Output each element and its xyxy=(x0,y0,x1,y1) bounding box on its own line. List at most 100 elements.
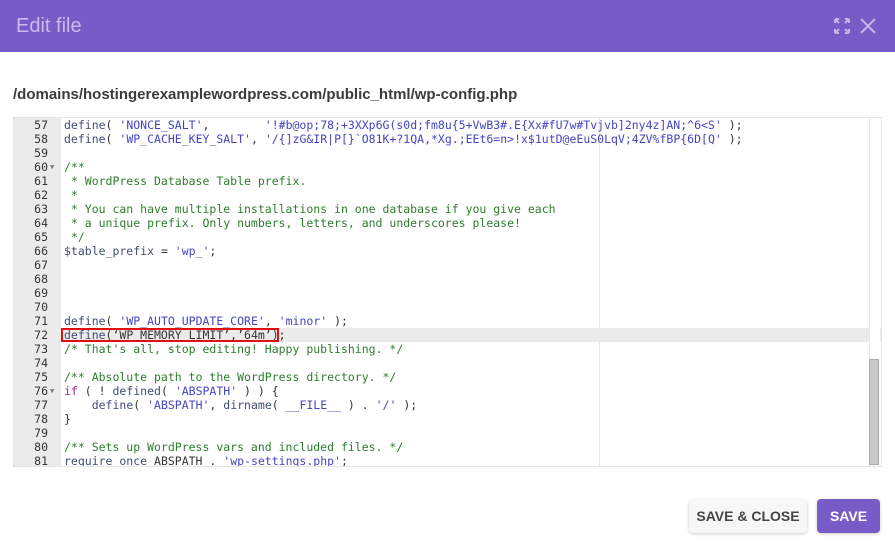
code-token-str: 'NONCE_SALT' xyxy=(119,118,203,132)
code-text: require_once ABSPATH . 'wp-settings.php'… xyxy=(64,454,348,467)
line-number: 80 xyxy=(34,440,48,454)
line-number: 70 xyxy=(34,300,48,314)
code-token-str: '/' xyxy=(375,398,397,412)
line-number: 60 xyxy=(34,160,48,174)
code-token-cm: * xyxy=(64,188,78,202)
code-line[interactable]: 77 define( 'ABSPATH', dirname( __FILE__ … xyxy=(14,398,881,412)
code-text: if ( ! defined( 'ABSPATH' ) ) { xyxy=(64,384,279,398)
line-number: 79 xyxy=(34,426,48,440)
dialog-title: Edit file xyxy=(16,15,82,37)
close-icon[interactable] xyxy=(858,16,878,36)
code-token-str: 'wp-settings.php' xyxy=(223,454,341,467)
code-line[interactable]: 76 ▼ if ( ! defined( 'ABSPATH' ) ) { xyxy=(14,384,881,398)
code-line[interactable]: 57 define( 'NONCE_SALT', '!#b@op;78;+3XXp… xyxy=(14,118,881,132)
code-line[interactable]: 66 $table_prefix = 'wp_'; xyxy=(14,244,881,258)
code-token-cm: /* That's all, stop editing! Happy publi… xyxy=(64,342,404,356)
code-token-kw: $table_prefix xyxy=(64,244,155,258)
code-text: define( 'ABSPATH', dirname( __FILE__ ) .… xyxy=(64,398,417,412)
code-editor[interactable]: 57 define( 'NONCE_SALT', '!#b@op;78;+3XXp… xyxy=(13,117,882,467)
code-token-pl: ( xyxy=(160,384,175,398)
line-number: 75 xyxy=(34,370,48,384)
code-token-pl: ( xyxy=(105,132,120,146)
line-number: 58 xyxy=(34,132,48,146)
code-text: define( 'NONCE_SALT', '!#b@op;78;+3XXp6G… xyxy=(64,118,743,132)
code-line[interactable]: 70 xyxy=(14,300,881,314)
code-token-pl: ( xyxy=(271,398,286,412)
code-token-kw: dirname xyxy=(223,398,272,412)
code-line[interactable]: 78} xyxy=(14,412,881,426)
code-line[interactable]: 73 /* That's all, stop editing! Happy pub… xyxy=(14,342,881,356)
line-number: 66 xyxy=(34,244,48,258)
expand-icon[interactable] xyxy=(832,16,852,36)
scrollbar-thumb[interactable] xyxy=(869,359,879,465)
code-token-cm: * WordPress Database Table prefix. xyxy=(64,174,307,188)
code-text: * You can have multiple installations in… xyxy=(64,202,556,216)
code-token-cm: /** Absolute path to the WordPress direc… xyxy=(64,370,397,384)
code-token-str: 'ABSPATH' xyxy=(147,398,210,412)
code-lines[interactable]: 57 define( 'NONCE_SALT', '!#b@op;78;+3XXp… xyxy=(14,118,881,467)
code-token-str: '/{]zG&IR|P[}`O81K+?1QA,*Xg.;EEt6=n>!x$1… xyxy=(264,132,722,146)
line-number: 81 xyxy=(34,454,48,467)
code-token-cm: * You can have multiple installations in… xyxy=(64,202,556,216)
code-line[interactable]: 81 require_once ABSPATH . 'wp-settings.ph… xyxy=(14,454,881,467)
code-text: * a unique prefix. Only numbers, letters… xyxy=(64,216,521,230)
code-token-kw: define xyxy=(64,314,106,328)
code-line[interactable]: 63 * You can have multiple installations… xyxy=(14,202,881,216)
code-token-pl: ; xyxy=(340,454,348,467)
code-token-pl: ( xyxy=(105,118,120,132)
code-line[interactable]: 60 ▼ /** xyxy=(14,160,881,174)
code-line[interactable]: 61 * WordPress Database Table prefix. xyxy=(14,174,881,188)
code-line[interactable]: 80 /** Sets up WordPress vars and include… xyxy=(14,440,881,454)
line-number: 78 xyxy=(34,412,48,426)
code-token-pl: ) . xyxy=(341,398,376,412)
code-token-pl: ( ! xyxy=(77,384,113,398)
line-number: 64 xyxy=(34,216,48,230)
save-and-close-button[interactable]: SAVE & CLOSE xyxy=(689,499,807,533)
code-token-pl: ); xyxy=(396,398,418,412)
fold-arrow-icon[interactable]: ▼ xyxy=(50,384,54,398)
line-number: 69 xyxy=(34,286,48,300)
code-line[interactable]: 59 xyxy=(14,146,881,160)
code-line[interactable]: 74 xyxy=(14,356,881,370)
code-token-kw: define xyxy=(64,132,106,146)
highlight-box xyxy=(61,328,279,342)
code-token-ctl: if xyxy=(64,384,78,398)
code-text: /* That's all, stop editing! Happy publi… xyxy=(64,342,403,356)
code-line[interactable]: 62 * xyxy=(14,188,881,202)
code-token-pl: ( xyxy=(133,398,148,412)
code-text: $table_prefix = 'wp_'; xyxy=(64,244,216,258)
line-number: 72 xyxy=(34,328,48,342)
code-line[interactable]: 64 * a unique prefix. Only numbers, lett… xyxy=(14,216,881,230)
code-text: define( 'WP_AUTO_UPDATE_CORE', 'minor' )… xyxy=(64,314,348,328)
line-number: 77 xyxy=(34,398,48,412)
code-token-pl: ; xyxy=(209,244,217,258)
save-button[interactable]: SAVE xyxy=(817,499,880,533)
code-text: * WordPress Database Table prefix. xyxy=(64,174,306,188)
code-text: /** Sets up WordPress vars and included … xyxy=(64,440,403,454)
code-text: /** Absolute path to the WordPress direc… xyxy=(64,370,396,384)
code-line[interactable]: 65 */ xyxy=(14,230,881,244)
code-token-cm: */ xyxy=(64,230,85,244)
file-path: /domains/hostingerexamplewordpress.com/p… xyxy=(13,86,518,103)
line-number: 61 xyxy=(34,174,48,188)
code-token-cm: * a unique prefix. Only numbers, letters… xyxy=(64,216,521,230)
code-text: * xyxy=(64,188,78,202)
line-number: 68 xyxy=(34,272,48,286)
code-line[interactable]: 68 xyxy=(14,272,881,286)
code-line[interactable]: 67 xyxy=(14,258,881,272)
code-token-pl: } xyxy=(64,412,71,426)
code-token-kw: define xyxy=(64,118,106,132)
fold-arrow-icon[interactable]: ▼ xyxy=(50,160,54,174)
code-line[interactable]: 69 xyxy=(14,286,881,300)
code-token-pl: ); xyxy=(327,314,348,328)
code-token-pl: ABSPATH . xyxy=(147,454,224,467)
code-line[interactable]: 75 /** Absolute path to the WordPress dir… xyxy=(14,370,881,384)
code-line[interactable]: 79 xyxy=(14,426,881,440)
code-token-kw: defined xyxy=(112,384,161,398)
vertical-scrollbar[interactable] xyxy=(869,118,880,466)
line-number: 62 xyxy=(34,188,48,202)
code-line[interactable]: 71 define( 'WP_AUTO_UPDATE_CORE', 'minor'… xyxy=(14,314,881,328)
code-line[interactable]: 72 define(‘WP_MEMORY_LIMIT’,’64m’); xyxy=(14,328,881,342)
code-token-str: __FILE__ xyxy=(285,398,341,412)
code-line[interactable]: 58 define( 'WP_CACHE_KEY_SALT', '/{]zG&IR… xyxy=(14,132,881,146)
